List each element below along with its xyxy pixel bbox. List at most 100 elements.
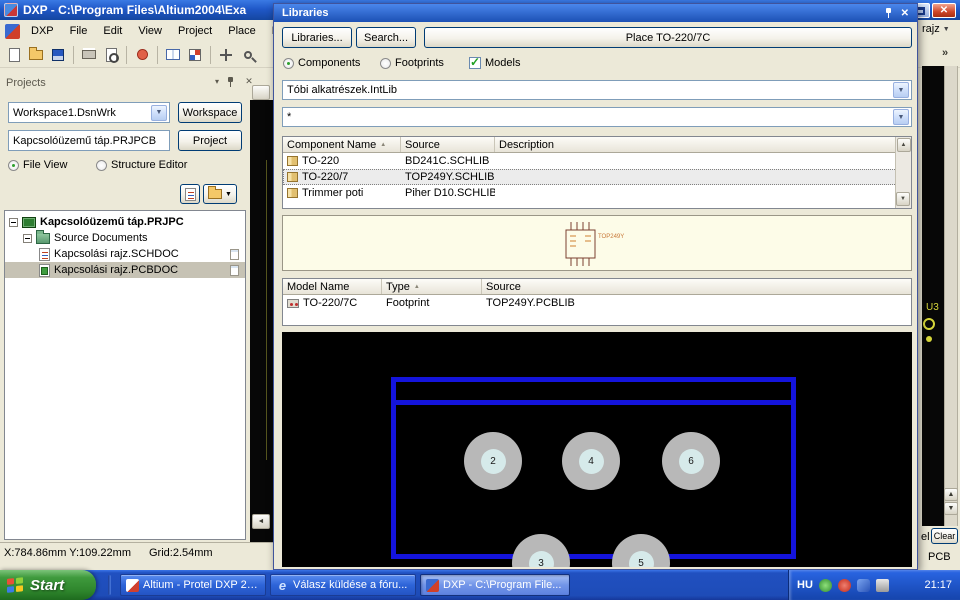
column-header-model[interactable]: Model Name: [283, 279, 382, 294]
open-folder-icon[interactable]: [26, 45, 46, 65]
tray-icon-red[interactable]: [837, 578, 851, 592]
task-button-forum[interactable]: e Válasz küldése a fóru...: [270, 574, 416, 596]
sheet-icon[interactable]: [163, 45, 183, 65]
menu-file[interactable]: File: [62, 20, 96, 42]
save-icon[interactable]: [48, 45, 68, 65]
close-button[interactable]: ✕: [932, 3, 956, 18]
menu-view[interactable]: View: [130, 20, 170, 42]
seal-icon[interactable]: [132, 45, 152, 65]
pin-icon[interactable]: [226, 76, 240, 87]
toolbar-separator: [126, 45, 127, 64]
model-row[interactable]: TO-220/7C Footprint TOP249Y.PCBLIB: [283, 295, 911, 311]
pad-6: 6: [662, 432, 720, 490]
pin-icon[interactable]: [884, 8, 893, 18]
component-library-icon: [287, 156, 298, 166]
menu-project[interactable]: Project: [170, 20, 220, 42]
pcb-doc-icon: [39, 263, 50, 277]
validate-project-button[interactable]: [180, 184, 200, 204]
menu-fragment-rajz[interactable]: rajz ▼: [922, 23, 950, 35]
print-icon[interactable]: [79, 45, 99, 65]
panel-menu-icon[interactable]: ▾: [210, 77, 224, 86]
component-table: Component Name ▲ Source Description TO-22…: [282, 136, 912, 209]
combo-arrow-icon[interactable]: ▼: [151, 104, 167, 121]
footprint-silkscreen-line: [396, 400, 791, 405]
tray-icon-green[interactable]: [818, 578, 832, 592]
tree-row-pcbdoc[interactable]: Kapcsolási rajz.PCBDOC: [5, 262, 245, 278]
component-row[interactable]: TO-220 BD241C.SCHLIB: [283, 153, 911, 169]
scroll-up-icon[interactable]: ▲: [944, 488, 958, 501]
column-header-source[interactable]: Source: [482, 279, 911, 294]
libraries-panel-titlebar[interactable]: Libraries ✕: [274, 4, 917, 22]
crosshair-icon[interactable]: [216, 45, 236, 65]
menu-dxp[interactable]: DXP: [23, 20, 62, 42]
application-frame: DXP - C:\Program Files\Altium2004\Exa ✕ …: [0, 0, 960, 600]
menu-place[interactable]: Place: [220, 20, 264, 42]
panel-label-fragment: el: [921, 531, 930, 543]
column-header-type[interactable]: Type ▲: [382, 279, 482, 294]
tree-row-source-documents[interactable]: Source Documents: [5, 229, 245, 246]
project-button[interactable]: Project: [178, 130, 242, 151]
libraries-button[interactable]: Libraries...: [282, 27, 352, 48]
library-select-combo[interactable]: Tóbi alkatrészek.IntLib ▼: [282, 80, 912, 100]
schematic-symbol: TOP249Y: [565, 222, 624, 266]
folder-icon: [36, 229, 50, 244]
column-header-name[interactable]: Component Name ▲: [283, 137, 401, 152]
vertical-scrollbar[interactable]: [944, 66, 958, 526]
collapse-icon[interactable]: [9, 217, 18, 227]
print-preview-icon[interactable]: [101, 45, 121, 65]
scrollbar-button[interactable]: [252, 85, 270, 100]
search-button[interactable]: Search...: [356, 27, 416, 48]
radio-icon: [283, 57, 294, 69]
component-row-selected[interactable]: TO-220/7 TOP249Y.SCHLIB: [283, 169, 911, 185]
pcb-panel-tab[interactable]: PCB: [928, 551, 951, 563]
task-button-altium[interactable]: Altium - Protel DXP 20...: [120, 574, 266, 596]
clear-button[interactable]: Clear: [931, 528, 958, 544]
tray-icon-gray[interactable]: [875, 578, 889, 592]
component-row[interactable]: Trimmer poti Piher D10.SCHLIB: [283, 185, 911, 201]
open-document-split-button[interactable]: ▼: [203, 184, 237, 204]
start-button[interactable]: Start: [0, 570, 96, 600]
radio-icon: [380, 57, 391, 69]
file-view-radio[interactable]: File View: [8, 159, 67, 171]
filter-mask-combo[interactable]: * ▼: [282, 107, 912, 127]
task-button-dxp-active[interactable]: DXP - C:\Program File...: [420, 574, 570, 596]
magnifier-icon[interactable]: [238, 45, 258, 65]
window-title: DXP - C:\Program Files\Altium2004\Exa: [23, 3, 247, 17]
tray-icon-blue[interactable]: [856, 578, 870, 592]
menu-edit[interactable]: Edit: [95, 20, 130, 42]
scroll-down-icon[interactable]: ▼: [944, 502, 958, 515]
place-component-button[interactable]: Place TO-220/7C: [424, 27, 912, 48]
models-checkbox[interactable]: Models: [469, 55, 520, 69]
language-indicator[interactable]: HU: [797, 579, 813, 591]
toolbar-separator: [210, 45, 211, 64]
panel-close-icon[interactable]: ✕: [901, 8, 909, 19]
clock[interactable]: 21:17: [924, 579, 952, 591]
collapse-icon[interactable]: [23, 233, 32, 243]
structure-editor-radio[interactable]: Structure Editor: [96, 159, 187, 171]
pcb-editor-sliver: U3: [922, 66, 944, 526]
workspace-button[interactable]: Workspace: [178, 102, 242, 123]
scroll-down-icon[interactable]: ▼: [896, 192, 910, 206]
combo-arrow-icon[interactable]: ▼: [893, 82, 909, 98]
components-radio[interactable]: Components: [283, 57, 360, 69]
grid-icon[interactable]: [185, 45, 205, 65]
footprints-radio[interactable]: Footprints: [380, 57, 444, 69]
column-header-source[interactable]: Source: [401, 137, 495, 152]
taskbar: Start Altium - Protel DXP 20... e Válasz…: [0, 570, 960, 600]
tree-row-project[interactable]: Kapcsolóüzemű táp.PRJPC: [5, 214, 245, 230]
combo-arrow-icon[interactable]: ▼: [893, 109, 909, 125]
scroll-up-icon[interactable]: ▲: [896, 138, 911, 152]
component-table-scrollbar[interactable]: ▲ ▼: [895, 137, 911, 208]
column-header-description[interactable]: Description: [495, 137, 881, 152]
workspace-combo[interactable]: Workspace1.DsnWrk ▼: [8, 102, 170, 123]
status-bar: X:784.86mm Y:109.22mm Grid:2.54mm: [0, 542, 273, 562]
tree-row-schdoc[interactable]: Kapcsolási rajz.SCHDOC: [5, 246, 245, 262]
checkbox-icon: [469, 55, 481, 69]
new-document-icon[interactable]: [4, 45, 24, 65]
internet-explorer-icon: e: [278, 577, 287, 593]
toolbar-separator: [73, 45, 74, 64]
footprint-preview: 2 4 6 3 5: [282, 332, 912, 567]
scroll-left-icon[interactable]: ◄: [252, 514, 270, 529]
cursor-position: X:784.86mm Y:109.22mm: [4, 546, 131, 559]
project-combo[interactable]: Kapcsolóüzemű táp.PRJPCB: [8, 130, 170, 151]
